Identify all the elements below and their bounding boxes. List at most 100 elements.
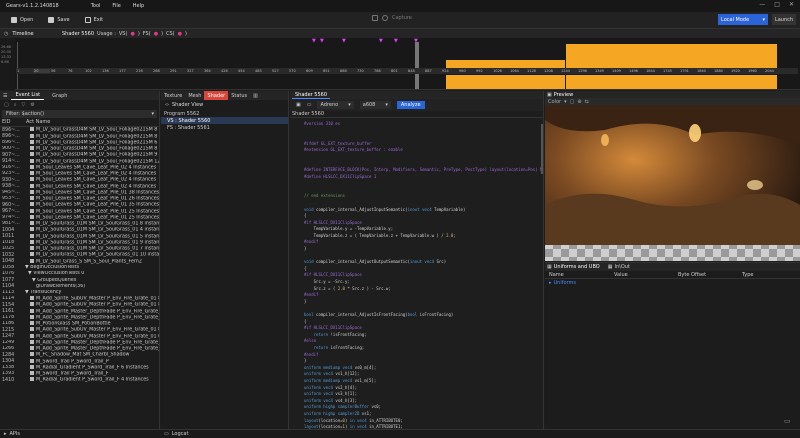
fit-icon[interactable]: ▢ <box>570 99 575 105</box>
table-row[interactable]: 1266 M_Add_Sprite_Master_DepthFade P_Env_… <box>0 346 159 352</box>
search-icon[interactable]: ⌕ <box>14 102 17 108</box>
code-line[interactable]: 16#if HLSLCC_DX11ClipSpace <box>304 219 542 226</box>
col-name[interactable]: Act Name <box>26 119 50 125</box>
code-line[interactable]: 21 <box>304 252 542 259</box>
minimize-icon[interactable]: — <box>759 1 765 8</box>
table-row[interactable]: 907~... M_LV_Soul_GrassD4M SM_LV_Soul_Fol… <box>0 152 159 158</box>
table-row[interactable]: 1076 ▼ ViewOcclusionTests 0 <box>0 271 159 277</box>
table-row[interactable]: 1304 M_Sword_Trail P_Sword_Trail_P <box>0 358 159 364</box>
chat-icon[interactable]: ▭ <box>784 417 794 425</box>
marker-icon[interactable]: ▼ <box>379 38 383 44</box>
table-row[interactable]: 1004 M_LV_SoulGrass_01M SM_LV_SoulGrass_0… <box>0 227 159 233</box>
table-row[interactable]: 1215 M_Add_Sprite_SubUV_Master P_Env_Fire… <box>0 327 159 333</box>
tab-shader-5560[interactable]: Shader 5560 <box>292 91 331 99</box>
col-name[interactable]: Name <box>545 272 610 278</box>
table-row[interactable]: 1284 M_FC_Shadow_Mat SM_Charbl_Shadow <box>0 352 159 358</box>
table-row[interactable]: 1338 M_Radial_Gradient P_Sword_Trail_F 6 … <box>0 364 159 371</box>
editor-subtab[interactable]: Shader 5560 <box>290 111 543 118</box>
code-line[interactable]: 27#endif <box>304 291 542 298</box>
timeline-cursor[interactable] <box>17 42 18 89</box>
tab-status[interactable]: Status <box>228 91 250 100</box>
menu-help[interactable]: Help <box>133 3 144 9</box>
chart-icon[interactable]: ▥ <box>250 93 258 99</box>
analyze-button[interactable]: Analyze <box>396 101 425 109</box>
table-row[interactable]: 1018 M_LV_SoulGrass_01M SM_LV_SoulGrass_0… <box>0 239 159 246</box>
col-value[interactable]: Value <box>610 272 674 278</box>
marker-icon[interactable]: ▼ <box>312 38 316 44</box>
code-line[interactable]: 4#ifdef GL_EXT_texture_buffer <box>304 140 542 147</box>
code-line[interactable]: 23{ <box>304 265 542 272</box>
code-area[interactable]: 1#version 310 es234#ifdef GL_EXT_texture… <box>290 120 544 429</box>
program-item[interactable]: Program 5562 <box>161 110 288 117</box>
code-line[interactable]: 18 TempVariable.z = ( TempVariable.z + T… <box>304 232 542 239</box>
zoom-icon[interactable]: ⊕ <box>577 99 581 105</box>
code-line[interactable]: 22void compiler_internal_AdjustOutputSem… <box>304 258 542 265</box>
code-line[interactable]: 40uniform mediump vec4 vs1_m[5]; <box>304 377 542 384</box>
code-line[interactable]: 25 Src.y = -Src.y; <box>304 278 542 285</box>
code-line[interactable]: 1#version 310 es <box>304 120 542 127</box>
table-row[interactable]: 945~... M_Soul_Leaves SM_Cave_Leaf_Pile_0… <box>0 189 159 196</box>
table-row[interactable]: 1011 M_LV_SoulGrass_01M SM_LV_SoulGrass_0… <box>0 233 159 239</box>
code-line[interactable]: 17 TempVariable.y = -TempVariable.y; <box>304 226 542 233</box>
menu-tool[interactable]: Tool <box>91 3 101 9</box>
table-row[interactable]: 914~... M_LV_Soul_GrassD4M SM_LV_Soul_Fol… <box>0 158 159 164</box>
code-line[interactable]: 10 <box>304 179 542 186</box>
code-line[interactable]: 20} <box>304 245 542 252</box>
save-button[interactable]: Save <box>43 15 74 25</box>
timeline-bar[interactable] <box>446 75 565 89</box>
logcat-tab[interactable]: ▭ Logcat <box>160 431 188 437</box>
render-preview-image[interactable] <box>545 105 800 261</box>
table-row[interactable]: 896~... M_LV_Soul_GrassD4M SM_LV_Soul_Fol… <box>0 127 159 133</box>
table-row[interactable]: 923~... M_Soul_Leaves SM_Cave_Leaf_Pile_0… <box>0 171 159 177</box>
col-type[interactable]: Type <box>738 272 798 278</box>
table-row[interactable]: 1154 M_Add_Sprite_SubUV_Master P_Env_Fire… <box>0 302 159 308</box>
code-line[interactable]: 9#define HLSLCC_DX11ClipSpace 1 <box>304 173 542 180</box>
table-row[interactable]: 1032 M_LV_SoulGrass_01M SM_LV_SoulGrass_0… <box>0 252 159 258</box>
code-line[interactable]: 43uniform vec4 vs4_h[3]; <box>304 397 542 404</box>
close-icon[interactable]: ✕ <box>789 1 794 8</box>
code-line[interactable]: 46layout(location=0) in vec4 in_ATTRIBUT… <box>304 417 542 424</box>
tab-preview[interactable]: Preview <box>554 92 573 98</box>
table-row[interactable]: 1114 M_Add_Sprite_SubUV_Master P_Env_Fire… <box>0 296 159 302</box>
code-line[interactable]: 24#if HLSLCC_DX11ClipSpace <box>304 272 542 279</box>
event-list[interactable]: 896~... M_LV_Soul_GrassD4M SM_LV_Soul_Fol… <box>0 127 159 419</box>
fs-shader-item[interactable]: FS : Shader 5561 <box>161 124 288 131</box>
tab-event-list[interactable]: Event List <box>11 91 45 100</box>
table-row[interactable]: 900~... M_LV_Soul_GrassD4M SM_LV_Soul_Fol… <box>0 146 159 152</box>
model-select[interactable]: a608 ▾ <box>359 101 391 109</box>
table-row[interactable]: 960~... M_Soul_Leaves SM_Cave_Leaf_Pile_0… <box>0 202 159 208</box>
code-line[interactable]: 45uniform highp sampler2D vs1; <box>304 410 542 417</box>
code-line[interactable]: 13 <box>304 199 542 206</box>
code-line[interactable]: 41uniform vec4 vs2_h[4]; <box>304 384 542 391</box>
code-line[interactable]: 6 <box>304 153 542 160</box>
table-row[interactable]: 1393 M_Sword_Trail P_Sword_Trail_F <box>0 371 159 377</box>
col-offset[interactable]: Byte Offset <box>674 272 738 278</box>
code-line[interactable]: 38uniform mediump vec4 vs0_m[4]; <box>304 364 542 371</box>
timeline-bar[interactable] <box>566 75 777 89</box>
launch-button[interactable]: Launch <box>772 14 796 25</box>
table-row[interactable]: 953~... M_Soul_Leaves SM_Cave_Leaf_Pile_0… <box>0 196 159 202</box>
col-eid[interactable]: EID <box>2 119 26 125</box>
code-line[interactable]: 36#endif <box>304 351 542 358</box>
table-row[interactable]: 1058 ▼ BeginOcclusionTests <box>0 265 159 271</box>
timeline-bar[interactable] <box>446 60 565 68</box>
marker-icon[interactable]: ▼ <box>342 38 346 44</box>
code-line[interactable]: 28} <box>304 298 542 305</box>
code-line[interactable]: 7 <box>304 160 542 167</box>
table-row[interactable]: 1048 M_LV_Soul_Grass_S SM_S_Soul_Plants_F… <box>0 258 159 264</box>
table-row[interactable]: 938~... M_Soul_Leaves SM_Cave_Leaf_Pile_0… <box>0 183 159 189</box>
tab-uniforms[interactable]: Uniforms and UBO <box>554 264 608 270</box>
filter-input[interactable]: Filter: $action() ▾ <box>2 110 157 118</box>
table-row[interactable]: 1161 M_Add_Sprite_Master_DepthFade P_Env_… <box>0 308 159 314</box>
table-row[interactable]: 1025 M_LV_SoulGrass_01M SM_LV_SoulGrass_0… <box>0 246 159 252</box>
uniform-row[interactable]: ▸ Uniforms <box>545 279 800 287</box>
exit-button[interactable]: Exit <box>80 15 108 25</box>
table-row[interactable]: 1247 M_Add_Sprite_SubUV_Master P_Env_Fire… <box>0 333 159 339</box>
code-line[interactable]: 33 return !isFrontFacing; <box>304 331 542 338</box>
table-row[interactable]: 916~... M_Soul_Leaves SM_Cave_Leaf_Pile_0… <box>0 164 159 171</box>
gpu-select[interactable]: Adreno ▾ <box>317 101 354 109</box>
open-button[interactable]: Open <box>6 15 38 25</box>
code-line[interactable]: 42uniform vec4 vs3_h[1]; <box>304 390 542 397</box>
tab-timeline[interactable]: Timeline <box>12 31 33 37</box>
code-line[interactable]: 11 <box>304 186 542 193</box>
